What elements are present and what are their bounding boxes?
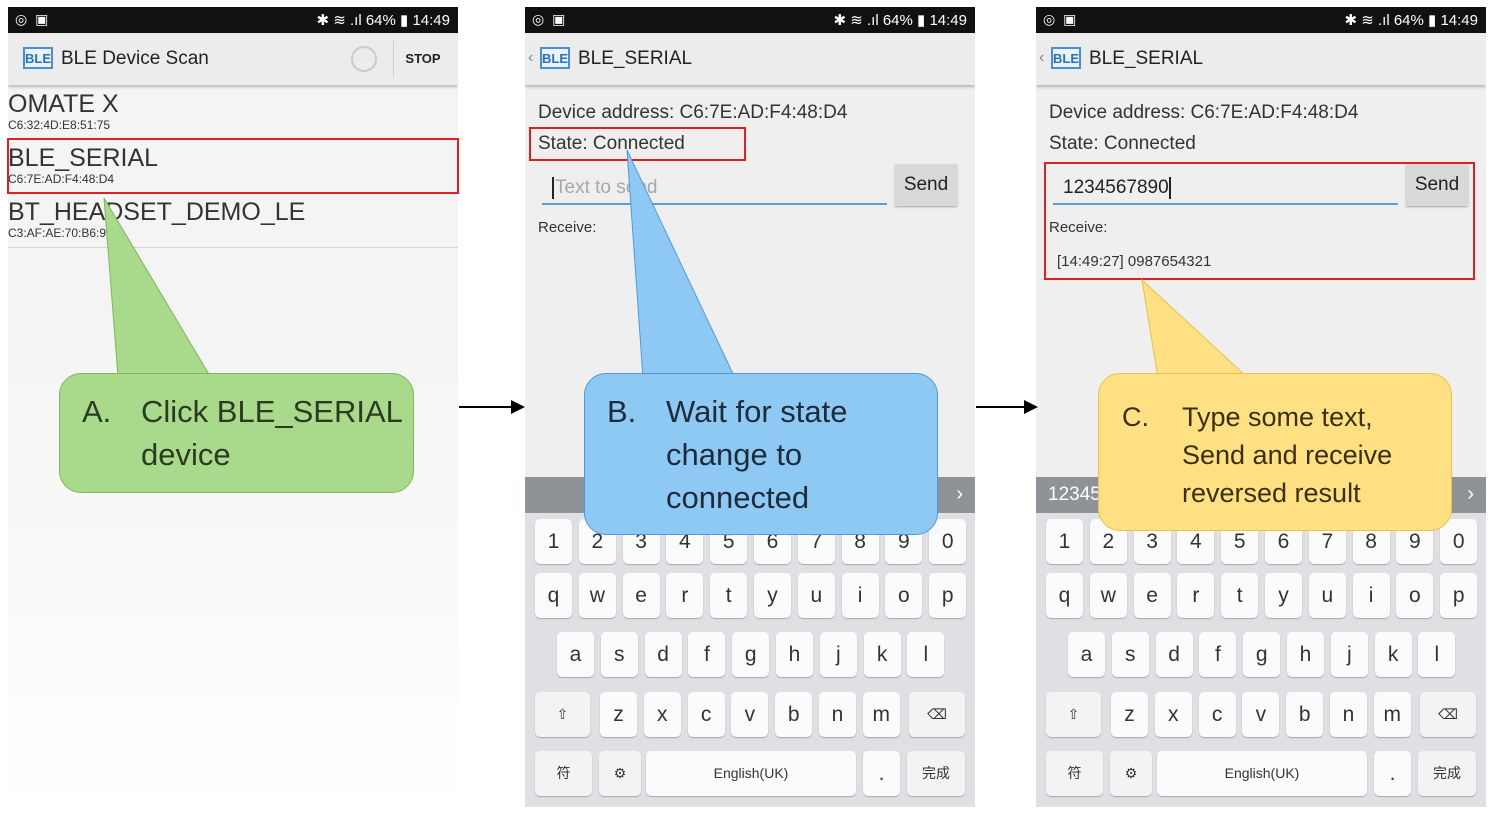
callout-c-line: Send and receive bbox=[1182, 440, 1393, 470]
callout-c-text: Type some text, Send and receive reverse… bbox=[1182, 398, 1392, 512]
callout-c: C. Type some text, Send and receive reve… bbox=[1098, 373, 1452, 531]
callout-a-tail bbox=[103, 197, 211, 377]
callout-c-line: reversed result bbox=[1182, 478, 1361, 508]
callout-c-line: Type some text, bbox=[1182, 402, 1373, 432]
callout-a-line: Click BLE_SERIAL bbox=[141, 394, 403, 429]
callout-b-label: B. bbox=[607, 394, 637, 429]
callout-a-text: Click BLE_SERIAL device bbox=[141, 390, 403, 476]
callout-a-line: device bbox=[141, 437, 231, 472]
callout-a-label: A. bbox=[82, 394, 112, 429]
callout-a: A. Click BLE_SERIAL device bbox=[59, 373, 414, 493]
flow-arrow-head-icon bbox=[511, 400, 525, 414]
callout-c-label: C. bbox=[1122, 402, 1149, 432]
callout-b-text: Wait for state change to connected bbox=[666, 390, 847, 519]
callout-b-line: change to bbox=[666, 437, 803, 472]
callout-b-tail bbox=[626, 149, 736, 379]
flow-arrow-head-icon bbox=[1024, 400, 1038, 414]
callout-b-line: Wait for state bbox=[666, 394, 848, 429]
flow-arrow-shaft bbox=[459, 406, 513, 408]
callout-b: B. Wait for state change to connected bbox=[584, 373, 938, 535]
callout-b-line: connected bbox=[666, 480, 810, 515]
callout-c-tail bbox=[1141, 278, 1250, 379]
flow-arrow-shaft bbox=[976, 406, 1026, 408]
